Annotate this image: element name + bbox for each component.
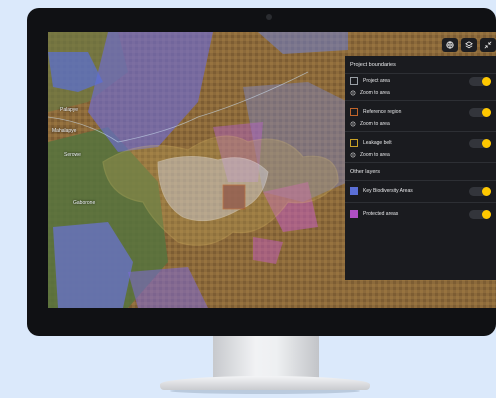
place-label: Mahalapye: [52, 128, 77, 134]
map-screen[interactable]: Palapye Mahalapye Serowe Gaborone Projec…: [48, 32, 496, 308]
layer-label: Key Biodiversity Areas: [363, 188, 413, 194]
target-icon: [350, 152, 356, 158]
layer-label: Reference region: [363, 109, 402, 115]
divider: [345, 202, 496, 203]
layer-label: Leakage belt: [363, 140, 392, 146]
swatch-leakage-belt: [350, 139, 358, 147]
zoom-label: Zoom to area: [360, 121, 390, 127]
layers-panel: Project boundaries Project area Zoom to …: [345, 56, 496, 280]
collapse-button[interactable]: [480, 38, 496, 52]
place-label: Palapye: [60, 107, 79, 113]
layer-row-leakage-belt: Leakage belt: [345, 136, 496, 150]
layer-label: Project area: [363, 78, 390, 84]
layers-button[interactable]: [461, 38, 477, 52]
toggle-knob: [482, 209, 491, 219]
toggle-knob: [482, 138, 491, 148]
toggle-key-biodiversity[interactable]: [469, 186, 491, 196]
layer-row-reference-region: Reference region: [345, 105, 496, 119]
map-toolbar: [442, 38, 496, 52]
place-label: Serowe: [64, 152, 81, 158]
monitor-stand-base: [160, 376, 370, 390]
monitor-stand-neck: [213, 336, 319, 380]
toggle-project-area[interactable]: [469, 76, 491, 86]
layer-row-project-area: Project area: [345, 74, 496, 88]
zoom-to-area-project[interactable]: Zoom to area: [345, 88, 496, 101]
project-area-outline: [222, 184, 246, 210]
zoom-to-area-reference[interactable]: Zoom to area: [345, 119, 496, 132]
zoom-label: Zoom to area: [360, 90, 390, 96]
zoom-label: Zoom to area: [360, 152, 390, 158]
target-icon: [350, 121, 356, 127]
globe-button[interactable]: [442, 38, 458, 52]
section-title-project-boundaries: Project boundaries: [345, 56, 496, 74]
toggle-knob: [482, 107, 491, 117]
layers-icon: [465, 41, 473, 49]
globe-icon: [446, 41, 454, 49]
toggle-knob: [482, 76, 491, 86]
zoom-to-area-leakage[interactable]: Zoom to area: [345, 150, 496, 163]
swatch-protected-areas: [350, 210, 358, 218]
camera-dot: [266, 14, 272, 20]
swatch-reference-region: [350, 108, 358, 116]
layer-row-key-biodiversity: Key Biodiversity Areas: [345, 184, 496, 198]
toggle-reference-region[interactable]: [469, 107, 491, 117]
collapse-icon: [484, 41, 492, 49]
swatch-project-area: [350, 77, 358, 85]
toggle-protected-areas[interactable]: [469, 209, 491, 219]
toggle-leakage-belt[interactable]: [469, 138, 491, 148]
place-label: Gaborone: [73, 200, 96, 206]
section-title-other-layers: Other layers: [345, 163, 496, 181]
target-icon: [350, 90, 356, 96]
swatch-key-biodiversity: [350, 187, 358, 195]
toggle-knob: [482, 186, 491, 196]
layer-row-protected-areas: Protected areas: [345, 207, 496, 221]
layer-label: Protected areas: [363, 211, 399, 217]
